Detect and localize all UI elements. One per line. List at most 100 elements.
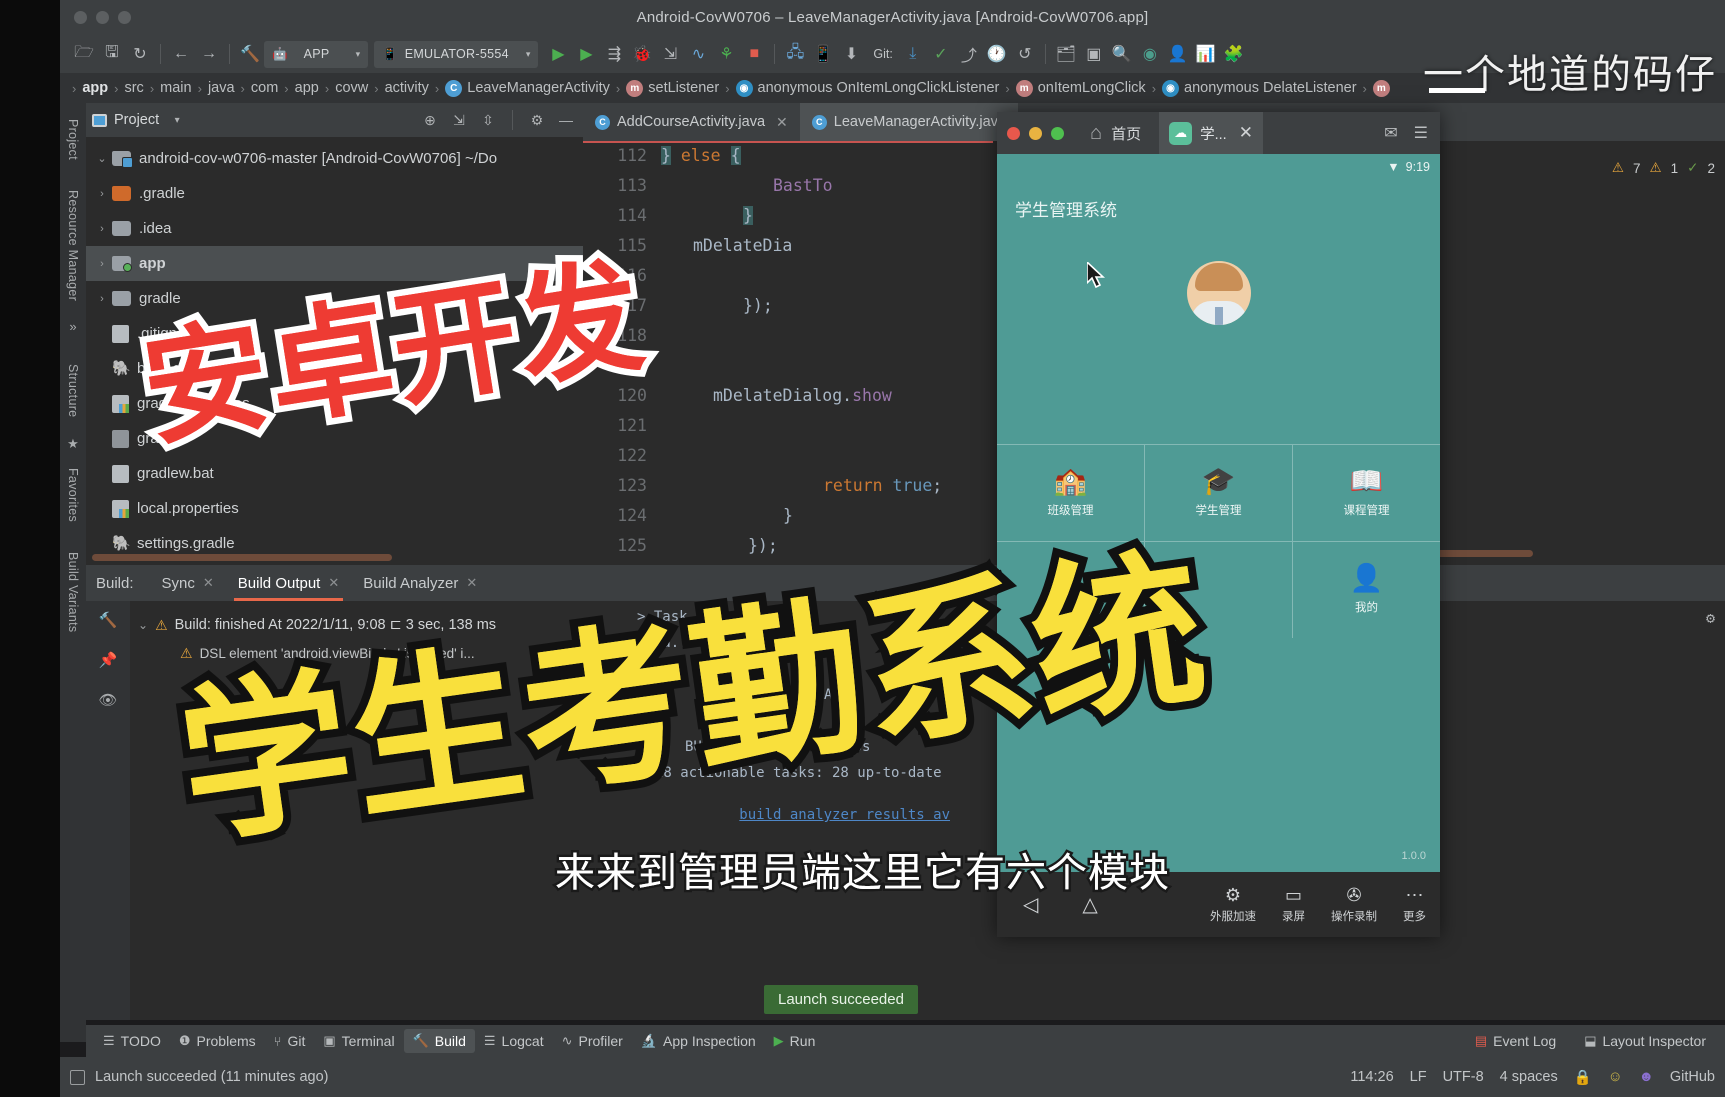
sidebar-item-structure[interactable]: Structure: [66, 364, 80, 417]
emulator-close-button[interactable]: [1007, 126, 1020, 140]
attach-debugger-icon[interactable]: ⇲: [656, 40, 684, 68]
chevron-right-icon[interactable]: ›: [92, 293, 112, 305]
menu-icon[interactable]: ☰: [1414, 123, 1428, 143]
emulator-app-tab[interactable]: ☁ 学... ✕: [1159, 112, 1263, 154]
tool-button-problems[interactable]: ❶ Problems: [170, 1029, 265, 1053]
chevron-down-icon[interactable]: ⌄: [138, 618, 148, 632]
plugin-icon[interactable]: 🧩: [1220, 40, 1248, 68]
line-separator[interactable]: LF: [1410, 1069, 1427, 1085]
breadcrumb-item-src[interactable]: src: [124, 80, 143, 96]
emulator-minimize-button[interactable]: [1029, 126, 1042, 140]
breadcrumb-item-onitemlongclick[interactable]: onItemLongClick: [1038, 80, 1146, 96]
sync-icon[interactable]: ↻: [126, 40, 154, 68]
pin-icon[interactable]: 📌: [99, 651, 118, 669]
breadcrumb-item-app[interactable]: app: [82, 80, 108, 96]
save-icon[interactable]: 🖫: [98, 40, 126, 68]
open-folder-icon[interactable]: 🗁: [70, 40, 98, 68]
close-icon[interactable]: ✕: [1239, 123, 1253, 143]
chart-icon[interactable]: 📊: [1192, 40, 1220, 68]
project-horizontal-scrollbar[interactable]: [92, 554, 392, 561]
commit-icon[interactable]: ✓: [927, 40, 955, 68]
minimize-icon[interactable]: —: [555, 112, 577, 128]
sidebar-item-project[interactable]: Project: [66, 119, 80, 160]
tool-button-logcat[interactable]: ☰ Logcat: [475, 1029, 553, 1053]
chevron-right-icon[interactable]: ›: [92, 258, 112, 270]
stop-icon[interactable]: ■: [740, 40, 768, 68]
chevron-right-icon[interactable]: ›: [92, 223, 112, 235]
memory-indicator-icon[interactable]: [70, 1069, 85, 1085]
tree-row-local-properties[interactable]: local.properties: [86, 491, 583, 526]
update-icon[interactable]: ⤓: [899, 40, 927, 68]
tree-row-gradle-dir[interactable]: › .gradle: [86, 176, 583, 211]
breadcrumb-item-anon-longclick[interactable]: anonymous OnItemLongClickListener: [758, 80, 1000, 96]
breadcrumb-item-app2[interactable]: app: [295, 80, 319, 96]
forward-arrow-icon[interactable]: →: [195, 40, 223, 68]
file-encoding[interactable]: UTF-8: [1443, 1069, 1484, 1085]
breadcrumb-item-anon-delate[interactable]: anonymous DelateListener: [1184, 80, 1357, 96]
profiler-run-icon[interactable]: ⚘: [712, 40, 740, 68]
tab-sync[interactable]: Sync ✕: [152, 565, 224, 601]
sidebar-item-resource-manager[interactable]: Resource Manager: [66, 190, 80, 301]
debug-bug-icon[interactable]: 🐞: [628, 40, 656, 68]
run-icon[interactable]: ▶: [544, 40, 572, 68]
star-icon[interactable]: ★: [67, 436, 79, 452]
emulator-window-controls[interactable]: [1007, 126, 1064, 140]
avd-icon[interactable]: ◉: [1136, 40, 1164, 68]
emulator-maximize-button[interactable]: [1051, 126, 1064, 140]
device-selector[interactable]: 📱 EMULATOR-5554 ▾: [374, 40, 539, 68]
history-icon[interactable]: 🕐: [983, 40, 1011, 68]
breadcrumb-item-setlistener[interactable]: setListener: [648, 80, 719, 96]
emulator-home-tab[interactable]: ⌂ 首页: [1090, 122, 1141, 145]
smiley-icon[interactable]: ☺: [1608, 1069, 1623, 1085]
hammer-icon[interactable]: 🔨: [99, 611, 118, 629]
device-manager-icon[interactable]: 📱: [809, 40, 837, 68]
tool-button-terminal[interactable]: ▣ Terminal: [314, 1029, 403, 1053]
indent-setting[interactable]: 4 spaces: [1500, 1069, 1558, 1085]
build-hammer-icon[interactable]: 🔨: [236, 40, 264, 68]
tool-button-todo[interactable]: ☰ TODO: [94, 1029, 170, 1053]
close-icon[interactable]: ✕: [776, 114, 788, 131]
rollback-icon[interactable]: ↺: [1011, 40, 1039, 68]
avd-manager-icon[interactable]: 🖧: [781, 40, 809, 68]
breadcrumb-item-class[interactable]: LeaveManagerActivity: [467, 80, 610, 96]
tab-build-output[interactable]: Build Output ✕: [228, 565, 349, 601]
back-arrow-icon[interactable]: ←: [167, 40, 195, 68]
apply-changes-icon[interactable]: ⇶: [600, 40, 628, 68]
profile-icon[interactable]: ∿: [684, 40, 712, 68]
expand-icon[interactable]: ⇳: [477, 112, 499, 129]
breadcrumb-item-main[interactable]: main: [160, 80, 191, 96]
caret-position[interactable]: 114:26: [1350, 1069, 1393, 1085]
sidebar-item-favorites[interactable]: Favorites: [66, 468, 80, 522]
breadcrumb-item-covw[interactable]: covw: [335, 80, 368, 96]
tool-button-git[interactable]: ⑂ Git: [265, 1029, 315, 1053]
collapse-all-icon[interactable]: ⇲: [448, 112, 470, 129]
git-branch-label[interactable]: GitHub: [1670, 1069, 1715, 1085]
face-icon[interactable]: ☻: [1639, 1069, 1654, 1085]
inspection-status[interactable]: ⚠ 7 ⚠ 1 ✓ 2: [1612, 160, 1715, 176]
layout-inspector-icon[interactable]: ▣: [1080, 40, 1108, 68]
debug-run-icon[interactable]: ▶: [572, 40, 600, 68]
profile-avatar-icon[interactable]: 👤: [1164, 40, 1192, 68]
sidebar-item-build-variants[interactable]: Build Variants: [66, 552, 80, 632]
tool-button-profiler[interactable]: ∿ Profiler: [553, 1029, 632, 1053]
build-analyzer-link[interactable]: build analyzer results av: [739, 807, 950, 823]
close-icon[interactable]: ✕: [328, 575, 339, 591]
chevron-right-icon[interactable]: ›: [92, 188, 112, 200]
search-icon[interactable]: 🔍: [1108, 40, 1136, 68]
tool-button-build[interactable]: 🔨 Build: [403, 1029, 475, 1053]
mail-icon[interactable]: ✉: [1384, 123, 1397, 143]
tool-button-event-log[interactable]: ▤ Event Log: [1466, 1029, 1565, 1053]
locate-icon[interactable]: ⊕: [419, 112, 441, 129]
tab-add-course-activity[interactable]: C AddCourseActivity.java ✕: [583, 103, 800, 141]
chevron-right-icon[interactable]: »: [69, 319, 76, 334]
close-icon[interactable]: ✕: [203, 575, 214, 591]
sdk-manager-icon[interactable]: ⬇: [837, 40, 865, 68]
chevron-down-icon[interactable]: ▾: [166, 115, 188, 126]
module-profile[interactable]: 👤 我的: [1293, 541, 1440, 638]
tool-button-app-inspection[interactable]: 🔬 App Inspection: [632, 1029, 765, 1053]
push-icon[interactable]: ⤴: [955, 40, 983, 68]
run-configuration-selector[interactable]: 🤖 APP ▾: [264, 40, 369, 68]
tree-row-project-root[interactable]: ⌄ android-cov-w0706-master [Android-CovW…: [86, 141, 583, 176]
tool-button-run[interactable]: ▶ Run: [765, 1029, 825, 1053]
chevron-down-icon[interactable]: ⌄: [92, 152, 112, 165]
